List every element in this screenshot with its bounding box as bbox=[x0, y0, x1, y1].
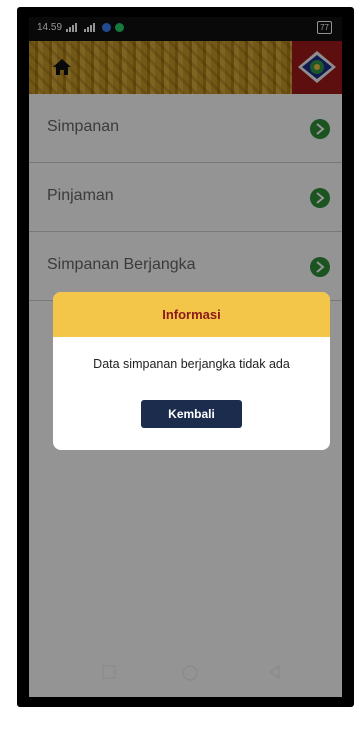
phone-frame: 14.59 77 Simpanan Pinjaman Simpanan Berj… bbox=[17, 7, 354, 707]
system-nav-bar bbox=[29, 649, 342, 697]
app-screen: 14.59 77 Simpanan Pinjaman Simpanan Berj… bbox=[29, 17, 342, 697]
dialog-message: Data simpanan berjangka tidak ada bbox=[93, 357, 290, 371]
info-dialog: Informasi Data simpanan berjangka tidak … bbox=[53, 292, 330, 450]
back-button[interactable]: Kembali bbox=[141, 400, 242, 428]
back-icon[interactable] bbox=[267, 664, 283, 685]
dialog-title: Informasi bbox=[53, 292, 330, 337]
home-nav-icon[interactable] bbox=[181, 664, 199, 687]
recent-apps-icon[interactable] bbox=[101, 664, 117, 685]
